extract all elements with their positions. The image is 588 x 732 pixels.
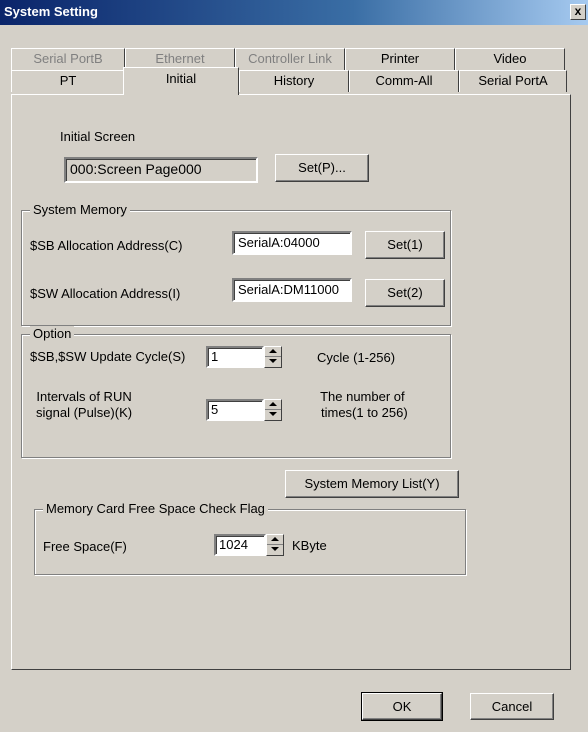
free-space-label: Free Space(F)	[43, 539, 127, 554]
update-cycle-spinner[interactable]	[264, 346, 282, 368]
run-interval-unit: The number of times(1 to 256)	[317, 389, 408, 421]
initial-screen-set-button[interactable]: Set(P)...	[275, 154, 369, 182]
run-interval-label-line1: Intervals of RUN	[36, 389, 132, 404]
memory-card-legend: Memory Card Free Space Check Flag	[43, 501, 268, 516]
tab-initial[interactable]: Initial	[123, 67, 239, 95]
update-cycle-label: $SB,$SW Update Cycle(S)	[30, 349, 186, 364]
tab-pt[interactable]: PT	[11, 70, 125, 92]
system-memory-list-button[interactable]: System Memory List(Y)	[285, 470, 459, 498]
tab-video[interactable]: Video	[455, 48, 565, 70]
sb-set-button[interactable]: Set(1)	[365, 231, 445, 259]
free-space-field[interactable]: 1024	[214, 534, 266, 556]
spinner-up-icon[interactable]	[265, 347, 281, 357]
run-interval-field[interactable]: 5	[206, 399, 264, 421]
tab-serial-porta[interactable]: Serial PortA	[459, 70, 567, 92]
system-memory-legend: System Memory	[30, 202, 130, 217]
close-button[interactable]: x	[570, 4, 586, 20]
update-cycle-unit: Cycle (1-256)	[317, 350, 396, 365]
spinner-up-icon[interactable]	[267, 535, 283, 545]
run-interval-unit-line2: times(1 to 256)	[321, 405, 408, 420]
initial-screen-label: Initial Screen	[60, 129, 136, 144]
spinner-down-icon[interactable]	[265, 410, 281, 420]
run-interval-label-line2: signal (Pulse)(K)	[36, 405, 133, 420]
tab-comm-all[interactable]: Comm-All	[349, 70, 459, 92]
initial-screen-field: 000:Screen Page000	[64, 157, 258, 183]
spinner-down-icon[interactable]	[267, 545, 283, 555]
tab-controller-link[interactable]: Controller Link	[235, 48, 345, 70]
cancel-button[interactable]: Cancel	[470, 693, 554, 720]
free-space-spinner[interactable]	[266, 534, 284, 556]
sw-allocation-label: $SW Allocation Address(I)	[30, 286, 181, 301]
free-space-unit: KByte	[292, 538, 327, 553]
tab-printer[interactable]: Printer	[345, 48, 455, 70]
system-memory-group: System Memory $SB Allocation Address(C) …	[21, 202, 451, 326]
option-legend: Option	[30, 326, 75, 341]
sw-allocation-field[interactable]: SerialA:DM11000	[232, 278, 352, 302]
sb-allocation-field[interactable]: SerialA:04000	[232, 231, 352, 255]
run-interval-label: Intervals of RUN signal (Pulse)(K)	[36, 389, 132, 421]
run-interval-unit-line1: The number of	[320, 389, 405, 404]
sb-allocation-label: $SB Allocation Address(C)	[30, 238, 183, 253]
tab-serial-portb[interactable]: Serial PortB	[11, 48, 125, 70]
title-bar: System Setting	[0, 0, 588, 25]
tab-panel-initial: Initial Screen 000:Screen Page000 Set(P)…	[11, 94, 571, 670]
spinner-down-icon[interactable]	[265, 357, 281, 367]
spinner-up-icon[interactable]	[265, 400, 281, 410]
window-title: System Setting	[4, 4, 98, 19]
option-group: Option $SB,$SW Update Cycle(S) 1 Cycle (…	[21, 326, 451, 458]
tab-history[interactable]: History	[239, 70, 349, 92]
run-interval-spinner[interactable]	[264, 399, 282, 421]
update-cycle-field[interactable]: 1	[206, 346, 264, 368]
ok-button[interactable]: OK	[361, 692, 443, 721]
memory-card-group: Memory Card Free Space Check Flag Free S…	[34, 501, 466, 575]
sw-set-button[interactable]: Set(2)	[365, 279, 445, 307]
